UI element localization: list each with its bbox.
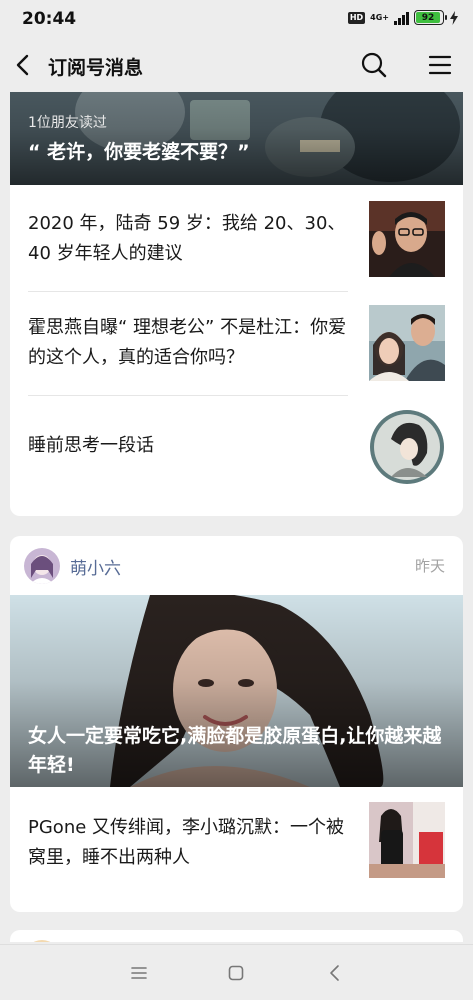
back-nav-icon[interactable] bbox=[323, 961, 347, 985]
article-title: 霍思燕自曝“ 理想老公” 不是杜江：你爱的这个人，真的适合你吗？ bbox=[28, 317, 347, 368]
signal-icon bbox=[394, 11, 409, 25]
cover-article[interactable]: 女人一定要常吃它,满脸都是胶原蛋白,让你越来越年轻! bbox=[10, 595, 463, 787]
avatar[interactable] bbox=[24, 548, 60, 584]
article-row[interactable]: 睡前思考一段话 bbox=[10, 395, 463, 499]
account-header[interactable]: 萌小六 昨天 bbox=[10, 536, 463, 595]
article-row[interactable]: 2020 年，陆奇 59 岁：我给 20、30、40 岁年轻人的建议 bbox=[10, 187, 463, 291]
status-bar: 20:44 HD 4G+ 92 bbox=[0, 0, 473, 40]
article-thumbnail bbox=[369, 201, 445, 277]
nav-bar: 订阅号消息 bbox=[0, 40, 473, 92]
article-row[interactable]: 霍思燕自曝“ 理想老公” 不是杜江：你爱的这个人，真的适合你吗？ bbox=[10, 291, 463, 395]
status-time: 20:44 bbox=[22, 9, 77, 29]
article-row[interactable]: PGone 又传绯闻，李小璐沉默：一个被窝里，睡不出两种人 bbox=[10, 787, 463, 891]
article-thumbnail bbox=[369, 802, 445, 878]
article-card: 萌小六 昨天 女人一定要常吃它,满脸都是胶原蛋白,让你越来越年轻! PGone … bbox=[10, 536, 463, 912]
article-title: 睡前思考一段话 bbox=[28, 435, 154, 456]
article-thumbnail bbox=[370, 410, 444, 484]
cover-title: 女人一定要常吃它,满脸都是胶原蛋白,让你越来越年轻! bbox=[28, 725, 442, 776]
article-thumbnail bbox=[369, 305, 445, 381]
message-feed[interactable]: 1位朋友读过 “ 老许，你要老婆不要？” 2020 年，陆奇 59 岁：我给 2… bbox=[10, 92, 463, 942]
article-card bbox=[10, 930, 463, 942]
cover-article[interactable]: 1位朋友读过 “ 老许，你要老婆不要？” bbox=[10, 92, 463, 185]
page-title: 订阅号消息 bbox=[48, 57, 144, 79]
avatar[interactable] bbox=[24, 940, 60, 942]
system-nav-bar bbox=[0, 944, 473, 1000]
battery-level: 92 bbox=[416, 12, 440, 23]
recent-apps-icon[interactable] bbox=[127, 961, 151, 985]
menu-icon[interactable] bbox=[425, 50, 455, 80]
cover-title: “ 老许，你要老婆不要？” bbox=[28, 141, 250, 163]
search-icon[interactable] bbox=[359, 50, 389, 80]
account-name[interactable]: 萌小六 bbox=[70, 554, 121, 579]
friend-read-label: 1位朋友读过 bbox=[28, 115, 107, 131]
charging-icon bbox=[450, 10, 458, 25]
home-icon[interactable] bbox=[224, 961, 248, 985]
battery-icon: 92 bbox=[414, 10, 447, 25]
article-title: PGone 又传绯闻，李小璐沉默：一个被窝里，睡不出两种人 bbox=[28, 817, 345, 868]
article-card: 1位朋友读过 “ 老许，你要老婆不要？” 2020 年，陆奇 59 岁：我给 2… bbox=[10, 92, 463, 516]
network-type: 4G+ bbox=[370, 12, 389, 22]
article-title: 2020 年，陆奇 59 岁：我给 20、30、40 岁年轻人的建议 bbox=[28, 213, 346, 264]
back-icon[interactable] bbox=[10, 51, 38, 79]
timestamp: 昨天 bbox=[414, 557, 445, 575]
hd-badge: HD bbox=[347, 11, 366, 24]
status-icons: HD 4G+ 92 bbox=[347, 10, 459, 25]
